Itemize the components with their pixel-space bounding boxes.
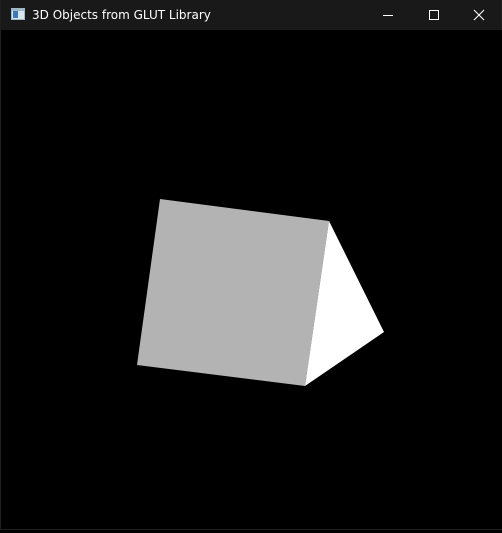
maximize-icon <box>429 10 439 20</box>
app-window-icon[interactable] <box>11 8 25 20</box>
minimize-button[interactable] <box>365 0 411 30</box>
close-icon <box>473 9 485 21</box>
opengl-canvas[interactable] <box>2 30 502 529</box>
window-title: 3D Objects from GLUT Library <box>32 8 211 22</box>
close-button[interactable] <box>456 0 502 30</box>
scene-render <box>137 199 384 386</box>
minimize-icon <box>383 15 393 16</box>
maximize-button[interactable] <box>411 0 457 30</box>
app-window: 3D Objects from GLUT Library <box>0 0 502 530</box>
prism-front-face <box>137 199 329 386</box>
title-bar[interactable]: 3D Objects from GLUT Library <box>1 0 501 30</box>
